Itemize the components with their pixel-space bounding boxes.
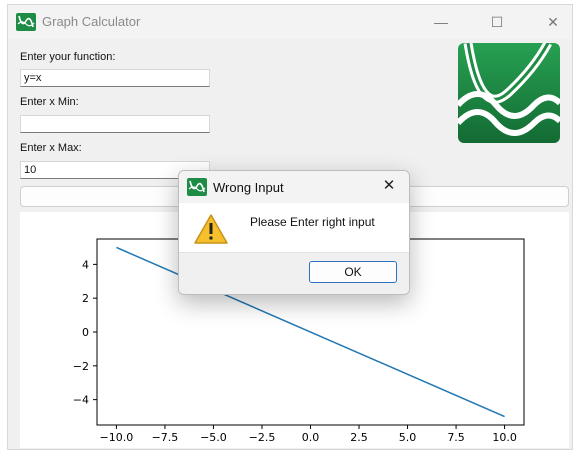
wrong-input-dialog: Wrong Input ✕ Please Enter right input O… — [178, 170, 410, 295]
x-tick-label: −2.5 — [249, 431, 276, 444]
x-tick-label: 0.0 — [302, 431, 320, 444]
dialog-footer: OK — [179, 252, 409, 294]
dialog-close-button[interactable]: ✕ — [379, 176, 399, 196]
xmin-input[interactable] — [20, 115, 210, 133]
y-tick-label: 0 — [82, 326, 89, 339]
y-tick-label: −2 — [73, 360, 89, 373]
x-tick-label: 5.0 — [399, 431, 417, 444]
app-logo-icon — [16, 13, 36, 31]
dialog-title: Wrong Input — [213, 180, 284, 195]
x-tick-label: −10.0 — [100, 431, 134, 444]
x-tick-label: 2.5 — [350, 431, 368, 444]
x-tick-label: −5.0 — [200, 431, 227, 444]
xmin-label: Enter x Min: — [20, 96, 79, 108]
close-button[interactable]: ✕ — [538, 11, 568, 33]
window-title: Graph Calculator — [42, 14, 141, 29]
maximize-button[interactable]: ☐ — [482, 11, 512, 33]
dialog-body: Please Enter right input — [179, 203, 409, 251]
dialog-message: Please Enter right input — [250, 215, 375, 229]
x-tick-label: 10.0 — [492, 431, 517, 444]
function-input[interactable]: y=x — [20, 69, 210, 87]
x-tick-label: −7.5 — [152, 431, 179, 444]
y-tick-label: 2 — [82, 292, 89, 305]
minimize-button[interactable]: — — [426, 11, 456, 33]
title-bar[interactable]: Graph Calculator — ☐ ✕ — [8, 5, 572, 39]
ok-button[interactable]: OK — [309, 261, 397, 283]
graph-calculator-logo — [458, 43, 560, 143]
app-logo-icon — [187, 178, 207, 196]
xmax-label: Enter x Max: — [20, 142, 82, 154]
y-tick-label: 4 — [82, 258, 89, 271]
y-tick-label: −4 — [73, 394, 89, 407]
dialog-title-bar[interactable]: Wrong Input ✕ — [179, 171, 409, 203]
x-tick-label: 7.5 — [447, 431, 465, 444]
function-label: Enter your function: — [20, 51, 116, 63]
warning-icon — [194, 214, 228, 244]
